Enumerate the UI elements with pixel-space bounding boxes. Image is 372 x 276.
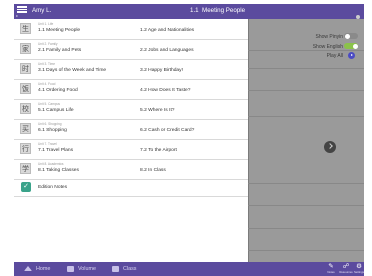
top-bar: ≡ Amy L. 1.1 Meeting People bbox=[14, 4, 364, 19]
unit-label: Unit 8. Academics bbox=[38, 162, 64, 166]
chapter-icon: 家 bbox=[20, 43, 31, 54]
lesson-link[interactable]: 2.1 Family and Pets bbox=[38, 48, 81, 53]
chapter-row[interactable]: 学 Unit 8. Academics 8.1 Taking Classes 8… bbox=[14, 159, 248, 180]
divider bbox=[248, 183, 364, 184]
lesson-link[interactable]: 1.1 Meeting People bbox=[38, 28, 80, 33]
show-pinyin-label: Show Pinyin bbox=[315, 34, 343, 40]
unit-label: Unit 6. Shopping bbox=[38, 122, 62, 126]
chapter-icon: 生 bbox=[20, 23, 31, 34]
chapter-icon: 行 bbox=[20, 143, 31, 154]
unit-label: Unit 5. Campus bbox=[38, 102, 60, 106]
unit-label: Unit 2. Family bbox=[38, 42, 58, 46]
lesson-link[interactable]: 2.2 Jobs and Languages bbox=[140, 48, 194, 53]
lesson-link[interactable]: 5.2 Where Is It? bbox=[140, 108, 175, 113]
settings-button[interactable]: ⚙ Settings bbox=[352, 263, 366, 275]
chapter-icon: 饭 bbox=[20, 83, 31, 94]
divider bbox=[248, 250, 364, 251]
chapter-row[interactable]: 行 Unit 7. Travel 7.1 Travel Plans 7.2 To… bbox=[14, 139, 248, 160]
lesson-link[interactable]: 6.2 Cash or Credit Card? bbox=[140, 128, 194, 133]
chapter-row[interactable]: 买 Unit 6. Shopping 6.1 Shopping 6.2 Cash… bbox=[14, 119, 248, 140]
lesson-link[interactable]: 6.1 Shopping bbox=[38, 128, 67, 133]
chapter-icon: 时 bbox=[20, 63, 31, 74]
resources-button[interactable]: ☍ Resources bbox=[339, 263, 353, 275]
unit-label: Unit 4. Food bbox=[38, 82, 56, 86]
divider bbox=[248, 50, 364, 51]
lesson-link[interactable]: 5.1 Campus Life bbox=[38, 108, 74, 113]
divider bbox=[248, 68, 364, 69]
lesson-link[interactable]: 1.2 Age and Nationalities bbox=[140, 28, 194, 33]
lesson-link[interactable]: 8.1 Taking Classes bbox=[38, 168, 79, 173]
menu-icon[interactable]: ≡ bbox=[16, 5, 27, 18]
divider bbox=[248, 116, 364, 117]
chapter-icon: 买 bbox=[20, 123, 31, 134]
chapter-row[interactable]: 时 Unit 3. Time 3.1 Days of the Week and … bbox=[14, 59, 248, 80]
show-english-toggle[interactable] bbox=[344, 43, 358, 49]
divider bbox=[248, 90, 364, 91]
chapter-row[interactable]: 家 Unit 2. Family 2.1 Family and Pets 2.2… bbox=[14, 39, 248, 60]
bottom-nav-bar: Home Volume Class ✎ Notes ☍ Resources ⚙ Set… bbox=[14, 262, 364, 276]
volume-label: Volume bbox=[78, 266, 96, 272]
home-icon bbox=[24, 266, 32, 272]
unit-label: Unit 7. Travel bbox=[38, 142, 57, 146]
user-name[interactable]: Amy L. bbox=[32, 7, 51, 14]
lesson-link[interactable]: 3.1 Days of the Week and Time bbox=[38, 68, 106, 73]
class-icon bbox=[112, 265, 119, 272]
play-all-button[interactable] bbox=[348, 52, 355, 59]
divider bbox=[248, 228, 364, 229]
unit-label: Unit 3. Time bbox=[38, 62, 56, 66]
app-window: ≡ Amy L. 1.1 Meeting People Show Pinyin … bbox=[0, 0, 372, 276]
chapter-icon: 校 bbox=[20, 103, 31, 114]
home-tab[interactable]: Home bbox=[24, 263, 50, 275]
lesson-link[interactable]: 4.1 Ordering Food bbox=[38, 88, 78, 93]
gear-icon: ⚙ bbox=[356, 263, 362, 270]
lesson-link[interactable]: 3.2 Happy Birthday! bbox=[140, 68, 183, 73]
checkmark-icon: ✓ bbox=[21, 182, 31, 192]
lesson-link[interactable]: 7.2 To the Airport bbox=[140, 148, 177, 153]
show-pinyin-toggle[interactable] bbox=[344, 33, 358, 39]
panel-divider bbox=[248, 19, 249, 262]
class-label: Class bbox=[123, 266, 137, 272]
volume-tab[interactable]: Volume bbox=[67, 263, 96, 275]
edition-notes-label: Edition Notes bbox=[38, 184, 68, 190]
home-label: Home bbox=[36, 266, 51, 272]
page-title: 1.1 Meeting People bbox=[190, 7, 246, 14]
play-all-label: Play All bbox=[326, 53, 343, 59]
contents-drawer: 生 Unit 1. Life 1.1 Meeting People 1.2 Ag… bbox=[14, 19, 248, 262]
divider bbox=[248, 205, 364, 206]
book-icon bbox=[67, 265, 74, 272]
unit-label: Unit 1. Life bbox=[38, 22, 54, 26]
chapter-icon: 学 bbox=[20, 163, 31, 174]
chapter-row[interactable]: 饭 Unit 4. Food 4.1 Ordering Food 4.2 How… bbox=[14, 79, 248, 100]
lesson-link[interactable]: 8.2 In Class bbox=[140, 168, 166, 173]
show-english-label: Show English bbox=[312, 44, 343, 50]
notes-button[interactable]: ✎ Notes bbox=[324, 263, 338, 275]
next-page-button[interactable] bbox=[324, 141, 336, 153]
lesson-link[interactable]: 7.1 Travel Plans bbox=[38, 148, 73, 153]
pencil-icon: ✎ bbox=[328, 263, 334, 270]
edition-notes-row[interactable]: ✓ Edition Notes bbox=[14, 179, 248, 197]
chapter-row[interactable]: 校 Unit 5. Campus 5.1 Campus Life 5.2 Whe… bbox=[14, 99, 248, 120]
chapter-row[interactable]: 生 Unit 1. Life 1.1 Meeting People 1.2 Ag… bbox=[14, 19, 248, 40]
lesson-link[interactable]: 4.2 How Does It Taste? bbox=[140, 88, 190, 93]
link-icon: ☍ bbox=[342, 263, 350, 270]
class-tab[interactable]: Class bbox=[112, 263, 136, 275]
